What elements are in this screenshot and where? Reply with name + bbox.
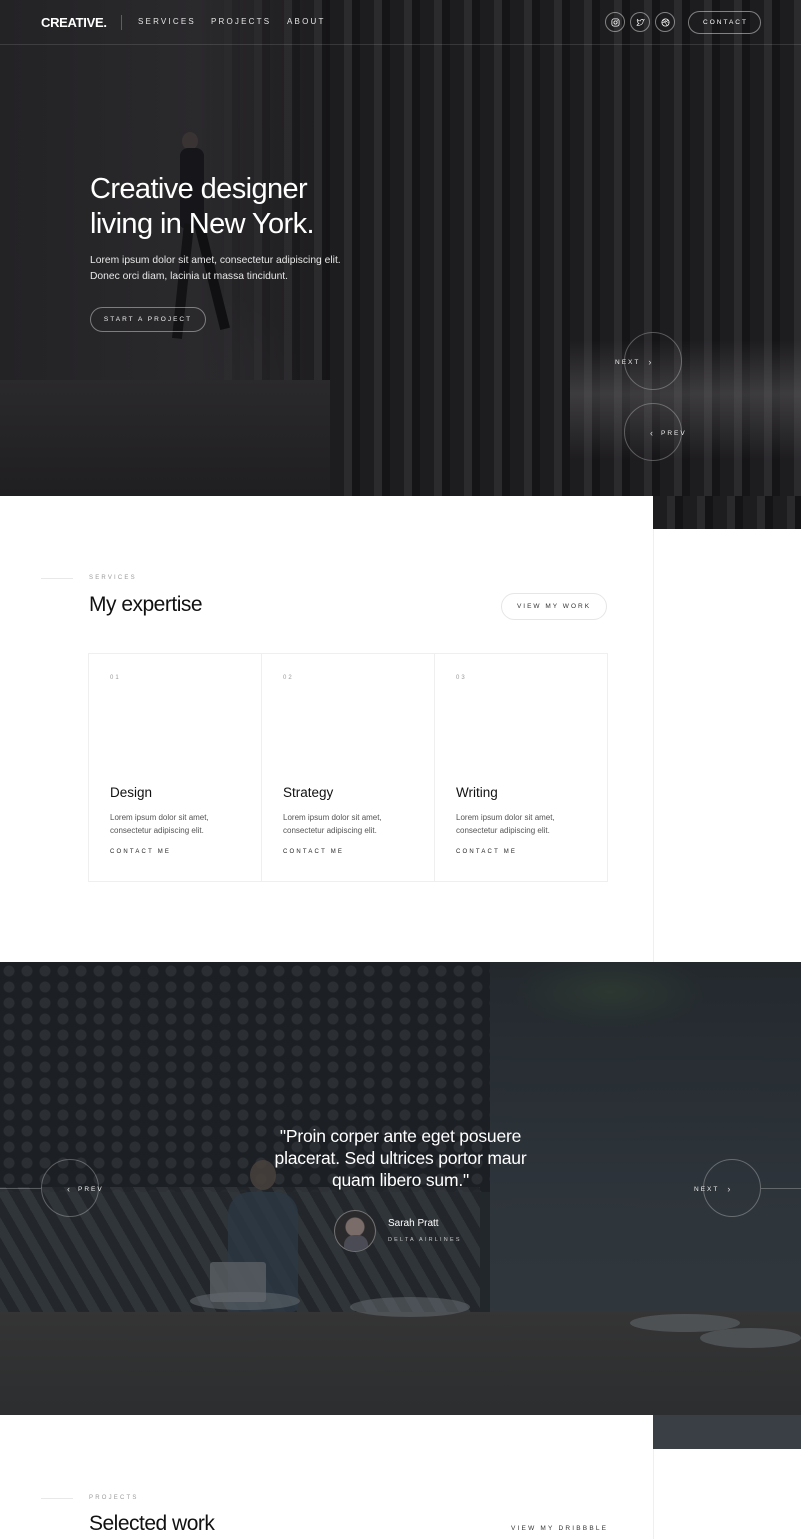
hero-next-text: NEXT <box>615 358 641 366</box>
section-divider-line <box>653 529 654 962</box>
nav-link-projects[interactable]: PROJECTS <box>211 17 271 26</box>
testimonial-image-extension <box>653 1415 801 1449</box>
service-card-design: 01 Design Lorem ipsum dolor sit amet, co… <box>89 654 262 881</box>
testimonial-next-label[interactable]: NEXT › <box>694 1184 730 1194</box>
quote-line-2: placerat. Sed ultrices portor maur <box>274 1148 527 1168</box>
nav-link-about[interactable]: ABOUT <box>287 17 326 26</box>
testimonial-company: DELTA AIRLINES <box>388 1237 462 1243</box>
service-card-writing: 03 Writing Lorem ipsum dolor sit amet, c… <box>435 654 607 881</box>
chevron-left-icon: ‹ <box>67 1184 70 1194</box>
services-title: My expertise <box>89 593 203 616</box>
card-text: Lorem ipsum dolor sit amet, consectetur … <box>456 813 555 835</box>
service-card-strategy: 02 Strategy Lorem ipsum dolor sit amet, … <box>262 654 435 881</box>
view-my-work-button[interactable]: VIEW MY WORK <box>501 593 607 620</box>
twitter-icon[interactable] <box>630 12 650 32</box>
projects-eyebrow-line <box>41 1498 73 1499</box>
services-cards: 01 Design Lorem ipsum dolor sit amet, co… <box>88 653 608 882</box>
nav-link-services[interactable]: SERVICES <box>138 17 196 26</box>
testimonial-next-text: NEXT <box>694 1185 720 1193</box>
hero-title: Creative designer living in New York. <box>90 172 410 242</box>
card-number: 02 <box>283 675 294 681</box>
hero-next-label[interactable]: NEXT › <box>615 357 651 367</box>
quote-line-3: quam libero sum." <box>331 1170 470 1190</box>
testimonial-author: Sarah Pratt <box>388 1218 439 1229</box>
section-divider-line <box>653 1449 654 1539</box>
hero-title-line-2: living in New York. <box>90 208 315 240</box>
testimonial-quote: "Proin corper ante eget posuere placerat… <box>240 1125 561 1191</box>
hero-image-floor <box>0 380 330 496</box>
card-contact-link[interactable]: CONTACT ME <box>110 849 171 855</box>
card-text: Lorem ipsum dolor sit amet, consectetur … <box>283 813 382 835</box>
services-eyebrow-line <box>41 578 73 579</box>
card-number: 01 <box>110 675 121 681</box>
card-text: Lorem ipsum dolor sit amet, consectetur … <box>110 813 209 835</box>
top-nav: CREATIVE. SERVICES PROJECTS ABOUT CONTAC… <box>0 0 801 45</box>
card-contact-link[interactable]: CONTACT ME <box>283 849 344 855</box>
card-title: Design <box>110 785 153 800</box>
dribbble-icon[interactable] <box>655 12 675 32</box>
card-title: Strategy <box>283 785 334 800</box>
testimonial-prev-label[interactable]: ‹ PREV <box>67 1184 104 1194</box>
start-project-button[interactable]: START A PROJECT <box>90 307 206 332</box>
chevron-right-icon: › <box>727 1184 731 1194</box>
hero-image-extension <box>653 496 801 529</box>
hero-image-light <box>570 340 801 460</box>
card-title: Writing <box>456 785 498 800</box>
instagram-icon[interactable] <box>605 12 625 32</box>
brand-logo[interactable]: CREATIVE. <box>41 15 107 30</box>
card-contact-link[interactable]: CONTACT ME <box>456 849 517 855</box>
testimonial-prev-line <box>0 1188 41 1189</box>
projects-eyebrow: PROJECTS <box>89 1495 139 1501</box>
hero-prev-label[interactable]: ‹ PREV <box>650 428 687 438</box>
hero-prev-text: PREV <box>661 429 687 437</box>
avatar <box>334 1210 376 1252</box>
projects-title: Selected work <box>89 1512 215 1535</box>
testimonial-next-line <box>761 1188 801 1189</box>
card-number: 03 <box>456 675 467 681</box>
services-eyebrow: SERVICES <box>89 575 137 581</box>
chevron-left-icon: ‹ <box>650 428 653 438</box>
quote-line-1: "Proin corper ante eget posuere <box>279 1126 522 1146</box>
nav-divider <box>121 15 122 30</box>
chevron-right-icon: › <box>648 357 652 367</box>
contact-button[interactable]: CONTACT <box>688 11 761 34</box>
hero-background-image <box>0 0 801 496</box>
hero-description: Lorem ipsum dolor sit amet, consectetur … <box>90 255 341 282</box>
hero-title-line-1: Creative designer <box>90 173 308 205</box>
view-dribbble-link[interactable]: VIEW MY DRIBBBLE <box>511 1525 608 1532</box>
testimonial-prev-text: PREV <box>78 1185 104 1193</box>
